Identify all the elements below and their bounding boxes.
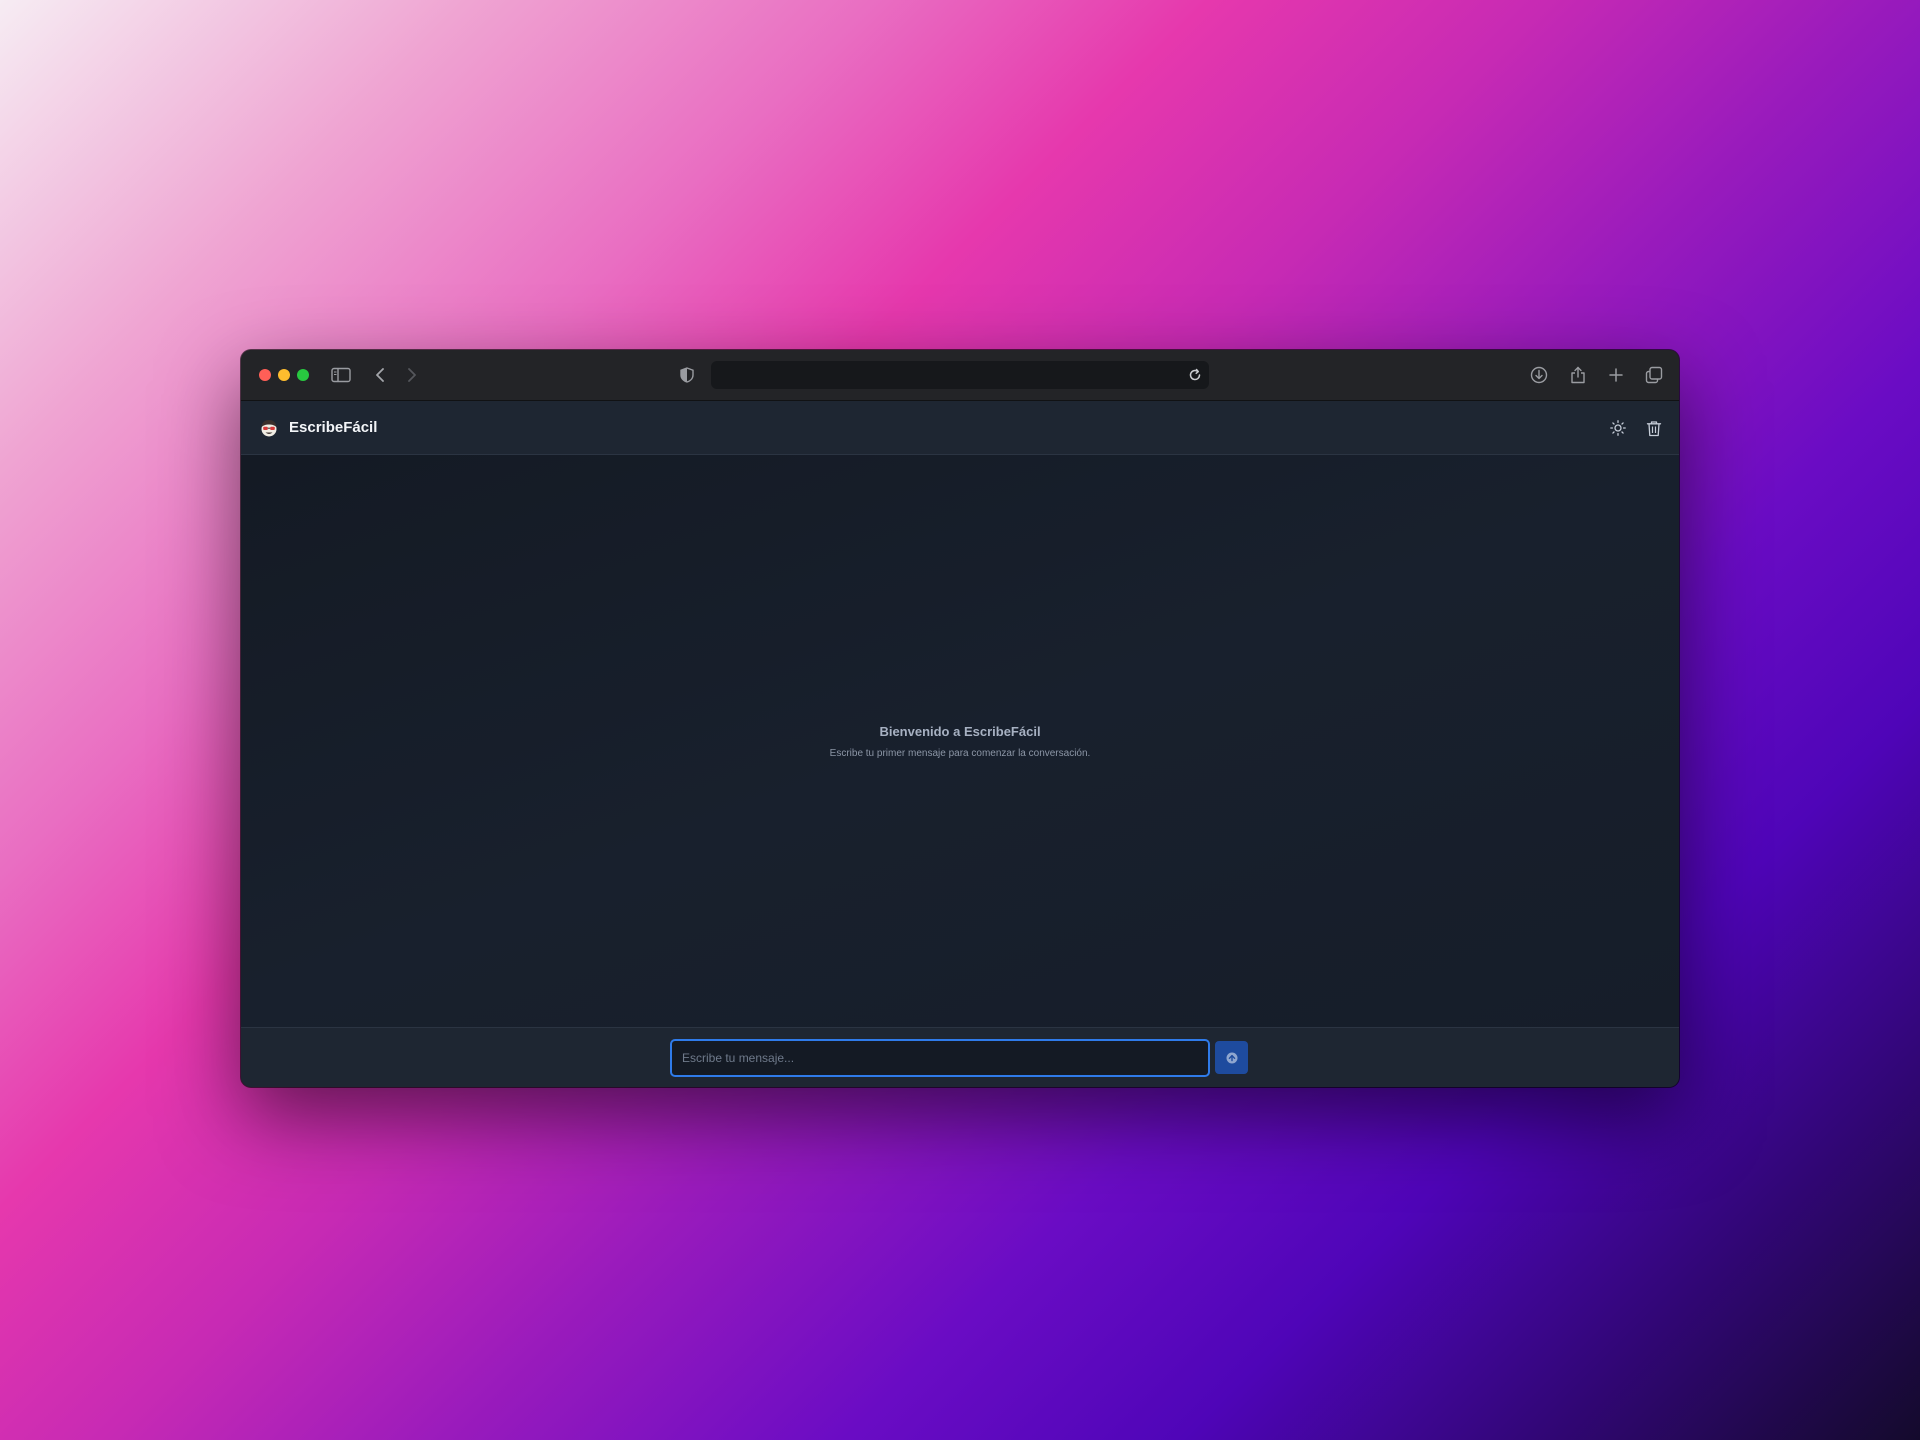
download-icon[interactable] bbox=[1527, 363, 1551, 387]
app-title: EscribeFácil bbox=[289, 419, 378, 436]
send-button[interactable] bbox=[1215, 1041, 1248, 1074]
sun-icon bbox=[1610, 420, 1626, 436]
welcome-title: Bienvenido a EscribeFácil bbox=[879, 724, 1041, 739]
mascot-logo-icon bbox=[259, 418, 279, 438]
app-header: EscribeFácil bbox=[241, 401, 1679, 455]
window-close-button[interactable] bbox=[259, 369, 271, 381]
window-minimize-button[interactable] bbox=[278, 369, 290, 381]
clear-chat-button[interactable] bbox=[1643, 417, 1665, 439]
welcome-message: Bienvenido a EscribeFácil Escribe tu pri… bbox=[241, 723, 1679, 761]
composer-bar bbox=[241, 1027, 1679, 1087]
browser-toolbar bbox=[241, 350, 1679, 401]
address-bar[interactable] bbox=[711, 361, 1209, 389]
chevron-left-icon[interactable] bbox=[369, 363, 393, 387]
reload-icon[interactable] bbox=[1187, 367, 1203, 383]
send-arrow-icon bbox=[1226, 1052, 1237, 1063]
tabs-overview-icon[interactable] bbox=[1642, 363, 1666, 387]
share-icon[interactable] bbox=[1566, 363, 1590, 387]
trash-icon bbox=[1646, 420, 1662, 436]
browser-window: EscribeFácil Bienvenido a EscribeFácil E… bbox=[241, 350, 1679, 1087]
theme-toggle-button[interactable] bbox=[1607, 417, 1629, 439]
message-input[interactable] bbox=[670, 1039, 1210, 1077]
chevron-right-icon[interactable] bbox=[399, 363, 423, 387]
window-maximize-button[interactable] bbox=[297, 369, 309, 381]
chat-area: Bienvenido a EscribeFácil Escribe tu pri… bbox=[241, 455, 1679, 1027]
welcome-subtitle: Escribe tu primer mensaje para comenzar … bbox=[829, 748, 1091, 759]
sidebar-icon[interactable] bbox=[329, 363, 353, 387]
shield-icon[interactable] bbox=[675, 363, 699, 387]
plus-icon[interactable] bbox=[1604, 363, 1628, 387]
